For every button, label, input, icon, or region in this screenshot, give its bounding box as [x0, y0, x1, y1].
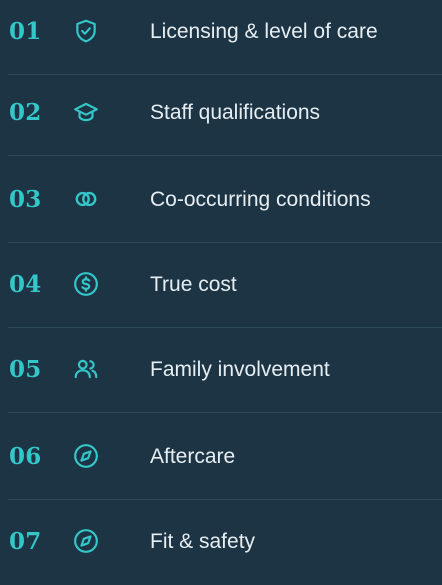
- dollar-circle-icon: [72, 270, 100, 298]
- users-icon: [72, 355, 100, 383]
- checklist: 01 Licensing & level of care 02 Staff qu…: [0, 0, 442, 555]
- item-label: Staff qualifications: [150, 100, 321, 124]
- item-label: Licensing & level of care: [150, 19, 378, 43]
- item-number: 03: [9, 185, 42, 213]
- item-number: 04: [9, 270, 42, 298]
- item-number: 01: [9, 17, 42, 45]
- item-label: True cost: [150, 272, 237, 296]
- list-item-fit-safety: 07 Fit & safety: [0, 497, 442, 585]
- item-label: Aftercare: [150, 444, 236, 468]
- shield-check-icon: [72, 17, 100, 45]
- list-item-family: 05 Family involvement: [0, 325, 442, 413]
- item-number: 06: [9, 442, 42, 470]
- compass-icon: [72, 527, 100, 555]
- overlapping-circles-icon: [72, 185, 100, 213]
- list-item-true-cost: 04 True cost: [0, 240, 442, 328]
- list-item-co-occurring: 03 Co-occurring conditions: [0, 155, 442, 243]
- item-number: 07: [9, 527, 42, 555]
- item-label: Co-occurring conditions: [150, 187, 371, 211]
- item-label: Family involvement: [150, 357, 330, 381]
- list-item-licensing: 01 Licensing & level of care: [0, 0, 442, 75]
- graduation-cap-icon: [72, 98, 100, 126]
- item-number: 02: [9, 98, 42, 126]
- compass-icon: [72, 442, 100, 470]
- item-label: Fit & safety: [150, 529, 256, 553]
- list-item-staff: 02 Staff qualifications: [0, 68, 442, 156]
- list-item-aftercare: 06 Aftercare: [0, 412, 442, 500]
- item-number: 05: [9, 355, 42, 383]
